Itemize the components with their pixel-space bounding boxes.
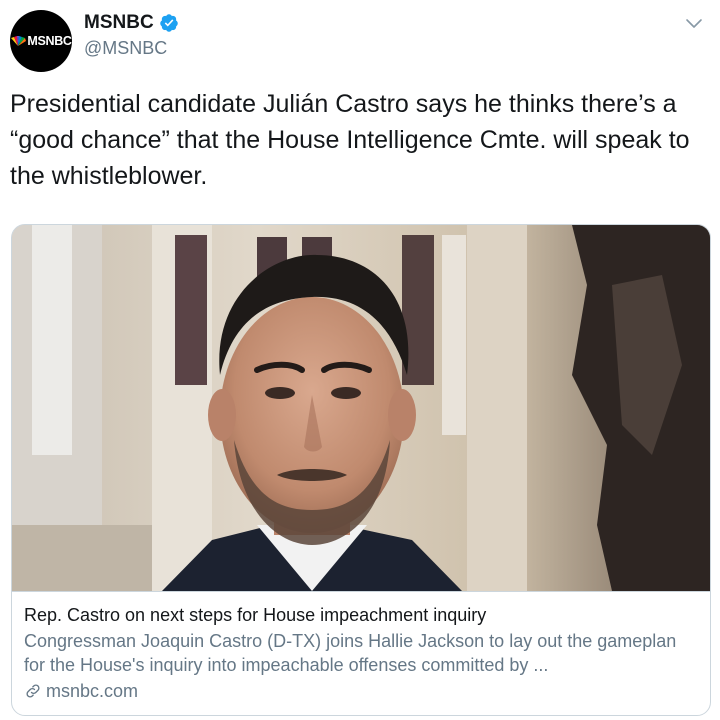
card-photo: [12, 225, 710, 591]
link-icon: [26, 684, 40, 698]
tweet-header: MSNBC @MSNBC: [84, 12, 179, 59]
card-title: Rep. Castro on next steps for House impe…: [24, 605, 487, 625]
avatar-text: MSNBC: [27, 34, 72, 48]
link-card[interactable]: Rep. Castro on next steps for House impe…: [11, 224, 711, 716]
tweet: MSNBC MSNBC @MSNBC Presidential candidat…: [0, 0, 720, 720]
card-domain: msnbc.com: [46, 681, 139, 701]
msnbc-logo: MSNBC: [10, 34, 72, 48]
card-image[interactable]: [12, 225, 710, 591]
tweet-text: Presidential candidate Julián Castro say…: [10, 90, 690, 190]
card-description: Congressman Joaquin Castro (D-TX) joins …: [24, 631, 677, 675]
card-domain-row: msnbc.com: [24, 679, 700, 703]
avatar[interactable]: MSNBC: [10, 10, 72, 72]
name-row: MSNBC: [84, 12, 179, 34]
peacock-icon: [11, 36, 27, 46]
chevron-down-icon[interactable]: [684, 14, 704, 34]
card-body: Rep. Castro on next steps for House impe…: [12, 591, 710, 715]
verified-badge-icon: [159, 14, 178, 32]
handle[interactable]: @MSNBC: [84, 38, 179, 59]
display-name[interactable]: MSNBC: [84, 12, 154, 34]
